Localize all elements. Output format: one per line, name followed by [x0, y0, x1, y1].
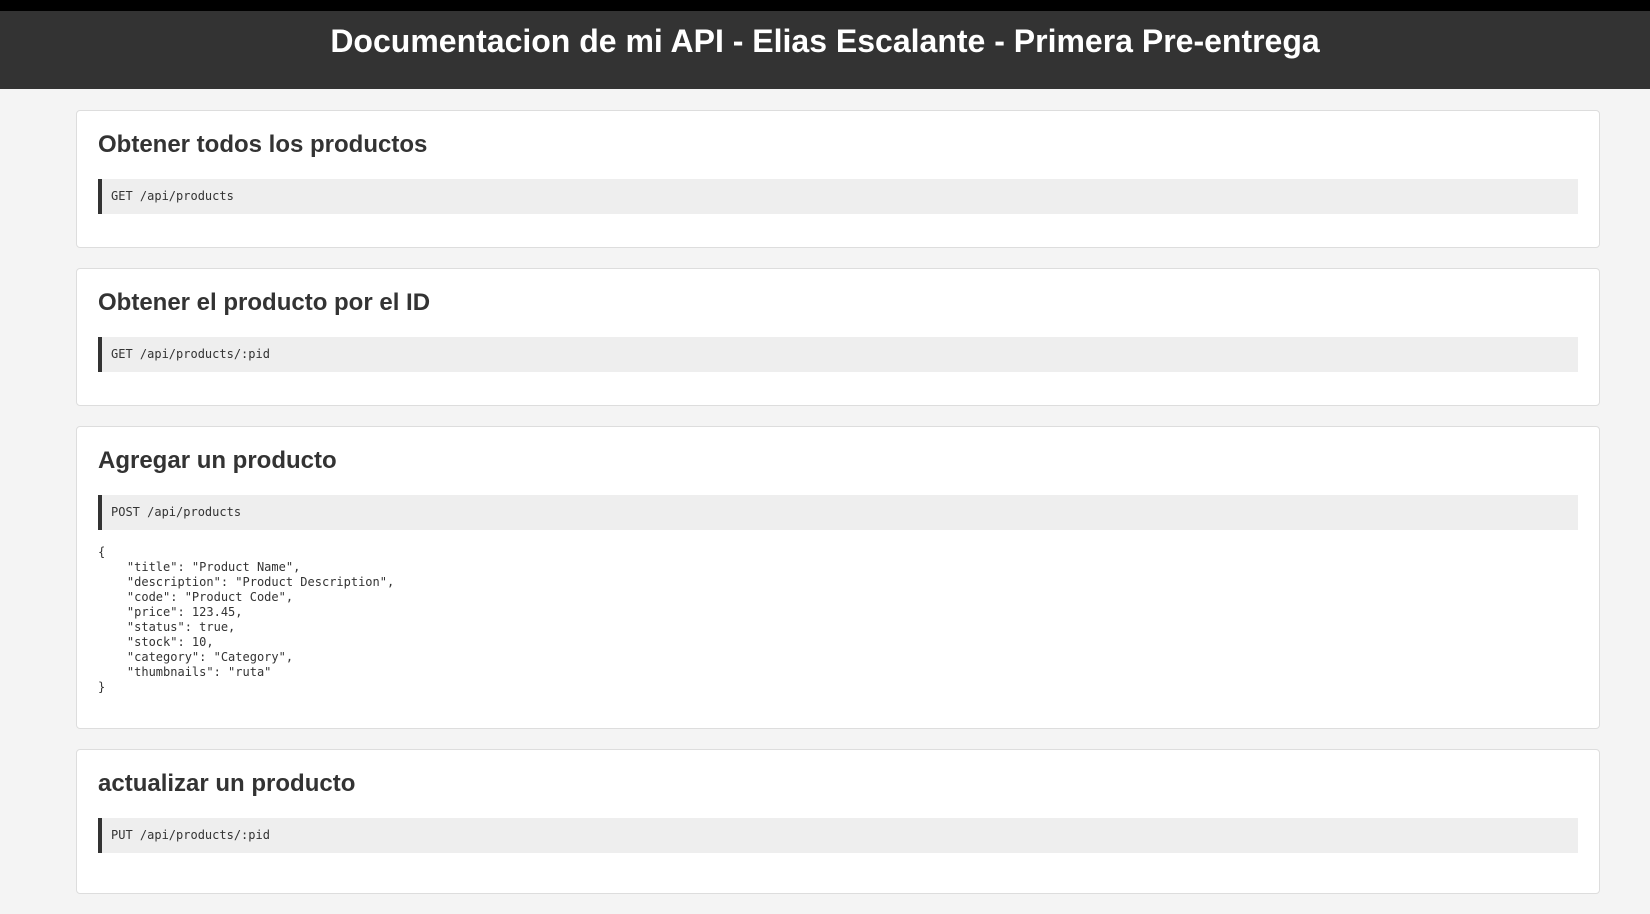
- page-header: Documentacion de mi API - Elias Escalant…: [0, 0, 1650, 89]
- section-get-all-products: Obtener todos los productos GET /api/pro…: [76, 110, 1600, 248]
- section-title: actualizar un producto: [98, 770, 356, 797]
- section-update-product: actualizar un producto PUT /api/products…: [76, 749, 1600, 894]
- endpoint-code: GET /api/products: [98, 179, 1578, 214]
- endpoint-code: GET /api/products/:pid: [98, 337, 1578, 372]
- page-title: Documentacion de mi API - Elias Escalant…: [330, 23, 1320, 59]
- request-body-example: { "title": "Product Name", "description"…: [98, 545, 395, 694]
- section-title: Agregar un producto: [98, 447, 337, 474]
- section-title: Obtener todos los productos: [98, 131, 428, 158]
- section-add-product: Agregar un producto POST /api/products {…: [76, 426, 1600, 729]
- section-get-product-by-id: Obtener el producto por el ID GET /api/p…: [76, 268, 1600, 406]
- section-title: Obtener el producto por el ID: [98, 289, 431, 316]
- endpoint-code: POST /api/products: [98, 495, 1578, 530]
- main-content: Obtener todos los productos GET /api/pro…: [76, 110, 1600, 914]
- endpoint-code: PUT /api/products/:pid: [98, 818, 1578, 853]
